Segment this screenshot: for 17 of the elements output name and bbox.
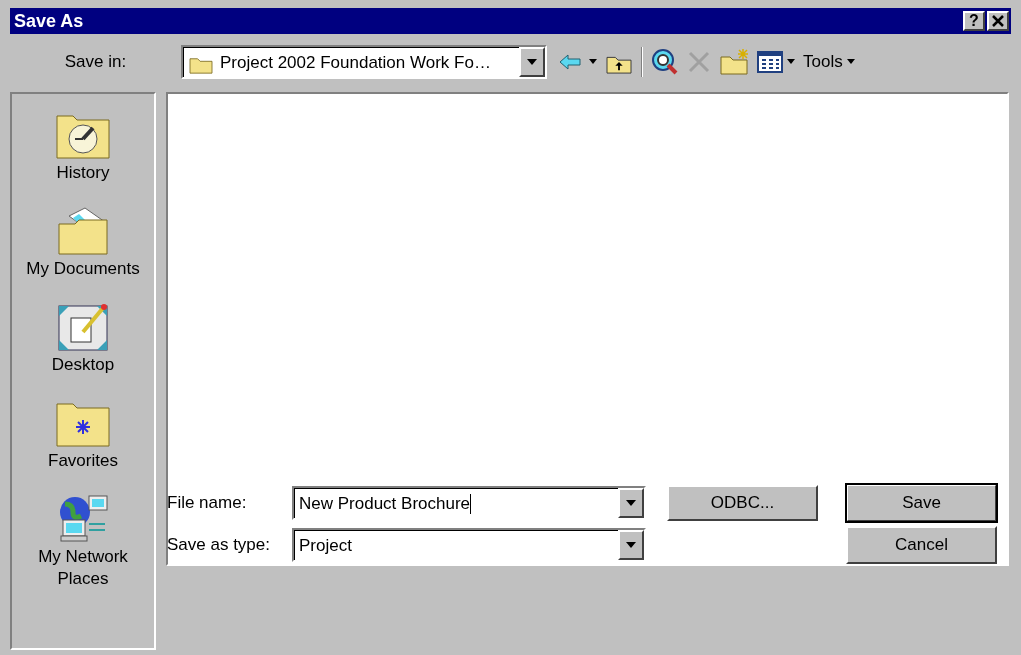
file-type-dropdown[interactable]: Project bbox=[292, 528, 646, 562]
help-button[interactable]: ? bbox=[963, 11, 985, 31]
window-title: Save As bbox=[14, 10, 84, 32]
place-label[interactable]: Favorites bbox=[48, 450, 118, 472]
file-name-label: File name: bbox=[167, 493, 248, 513]
save-in-dropdown[interactable]: Project 2002 Foundation Work Fo… bbox=[181, 45, 547, 79]
save-in-label: Save in: bbox=[63, 52, 128, 72]
place-label[interactable]: My Documents bbox=[26, 258, 140, 280]
cancel-button[interactable]: Cancel bbox=[846, 526, 997, 564]
place-label[interactable]: History bbox=[56, 162, 110, 184]
place-label[interactable]: Desktop bbox=[51, 354, 115, 376]
save-button[interactable]: Save bbox=[846, 484, 997, 522]
odbc-button[interactable]: ODBC... bbox=[667, 485, 818, 521]
place-label[interactable]: My Network Places bbox=[16, 546, 150, 590]
tools-menu[interactable]: Tools bbox=[803, 52, 855, 72]
file-name-field[interactable]: New Product Brochure bbox=[292, 486, 646, 520]
file-type-label: Save as type: bbox=[167, 535, 271, 555]
